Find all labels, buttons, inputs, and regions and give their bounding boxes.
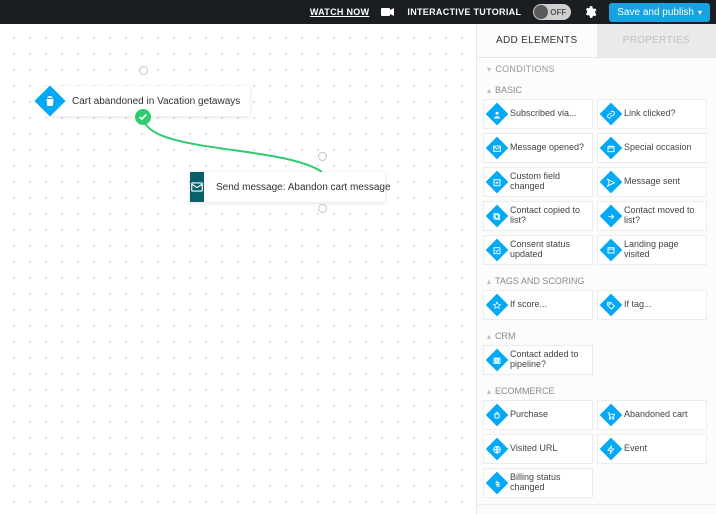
group-ecommerce-header[interactable]: ▴ECOMMERCE bbox=[477, 381, 716, 400]
gear-icon[interactable] bbox=[583, 5, 597, 19]
element-message-sent[interactable]: Message sent bbox=[597, 167, 707, 197]
group-crm-header[interactable]: ▴CRM bbox=[477, 326, 716, 345]
element-subscribed-via[interactable]: Subscribed via... bbox=[483, 99, 593, 129]
element-custom-field-changed[interactable]: Custom field changed bbox=[483, 167, 593, 197]
element-if-score[interactable]: If score... bbox=[483, 290, 593, 320]
element-link-clicked[interactable]: Link clicked? bbox=[597, 99, 707, 129]
action-node[interactable]: Send message: Abandon cart message bbox=[190, 172, 385, 202]
element-billing-status[interactable]: Billing status changed bbox=[483, 468, 593, 498]
node-success-icon bbox=[135, 109, 151, 125]
tab-properties[interactable]: PROPERTIES bbox=[597, 24, 716, 58]
element-landing-page-visited[interactable]: Landing page visited bbox=[597, 235, 707, 265]
video-camera-icon bbox=[381, 7, 395, 17]
sidebar: ADD ELEMENTS PROPERTIES ▾CONDITIONS ▴BAS… bbox=[476, 24, 716, 514]
element-abandoned-cart[interactable]: Abandoned cart bbox=[597, 400, 707, 430]
section-conditions-header[interactable]: ▾CONDITIONS bbox=[477, 58, 716, 80]
element-special-occasion[interactable]: Special occasion bbox=[597, 133, 707, 163]
element-message-opened[interactable]: Message opened? bbox=[483, 133, 593, 163]
tutorial-label: INTERACTIVE TUTORIAL bbox=[407, 7, 521, 17]
trigger-node[interactable]: Cart abandoned in Vacation getaways bbox=[50, 86, 250, 116]
trigger-node-icon bbox=[35, 86, 65, 116]
trigger-node-label: Cart abandoned in Vacation getaways bbox=[50, 96, 252, 107]
element-event[interactable]: Event bbox=[597, 434, 707, 464]
collapse-icon: ▴ bbox=[487, 332, 491, 341]
node-port-top[interactable] bbox=[139, 66, 148, 75]
element-visited-url[interactable]: Visited URL bbox=[483, 434, 593, 464]
toggle-knob bbox=[534, 5, 548, 19]
node-port-bottom[interactable] bbox=[318, 204, 327, 213]
workflow-canvas[interactable]: Cart abandoned in Vacation getaways Send… bbox=[0, 24, 476, 514]
sidebar-tabs: ADD ELEMENTS PROPERTIES bbox=[477, 24, 716, 58]
collapse-icon: ▴ bbox=[487, 387, 491, 396]
action-node-label: Send message: Abandon cart message bbox=[204, 182, 403, 193]
caret-down-icon: ▾ bbox=[698, 8, 702, 17]
tutorial-toggle[interactable]: OFF bbox=[533, 4, 571, 20]
action-node-icon bbox=[190, 172, 204, 202]
save-button-label: Save and publish bbox=[617, 7, 694, 18]
chevron-down-icon: ▾ bbox=[487, 65, 491, 74]
group-tags-header[interactable]: ▴TAGS AND SCORING bbox=[477, 271, 716, 290]
topbar: WATCH NOW INTERACTIVE TUTORIAL OFF Save … bbox=[0, 0, 716, 24]
element-consent-updated[interactable]: Consent status updated bbox=[483, 235, 593, 265]
element-contact-moved[interactable]: Contact moved to list? bbox=[597, 201, 707, 231]
group-basic-header[interactable]: ▴BASIC bbox=[477, 80, 716, 99]
save-publish-button[interactable]: Save and publish ▾ bbox=[609, 3, 710, 22]
watch-now-link[interactable]: WATCH NOW bbox=[310, 7, 370, 17]
element-contact-copied[interactable]: Contact copied to list? bbox=[483, 201, 593, 231]
element-contact-pipeline[interactable]: Contact added to pipeline? bbox=[483, 345, 593, 375]
toggle-state: OFF bbox=[550, 8, 566, 17]
node-port-top-2[interactable] bbox=[318, 152, 327, 161]
tab-add-elements[interactable]: ADD ELEMENTS bbox=[477, 24, 597, 58]
element-if-tag[interactable]: If tag... bbox=[597, 290, 707, 320]
collapse-icon: ▴ bbox=[487, 277, 491, 286]
element-purchase[interactable]: Purchase bbox=[483, 400, 593, 430]
collapse-icon: ▴ bbox=[487, 86, 491, 95]
